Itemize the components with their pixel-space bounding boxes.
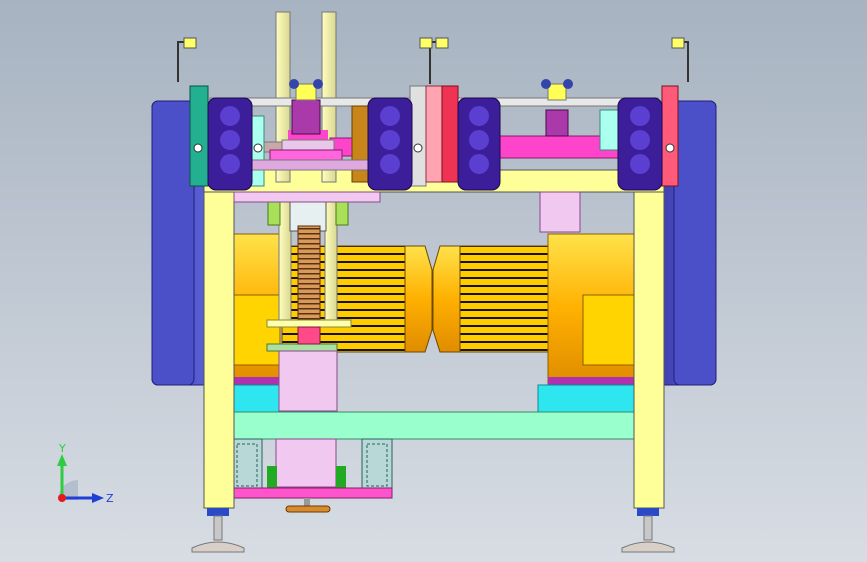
handwheel <box>285 505 331 513</box>
lower-magenta-plate <box>231 487 393 499</box>
left-cyan-block <box>231 384 281 414</box>
right-foot <box>621 508 675 553</box>
z-axis-arrowhead <box>92 493 104 503</box>
y-axis-arrowhead <box>57 454 67 466</box>
cad-viewport[interactable]: Y Z <box>0 0 867 562</box>
lead-screw <box>297 225 321 327</box>
x-axis-dot <box>58 494 66 502</box>
left-aluminium-profile <box>231 438 263 492</box>
y-axis-label: Y <box>58 442 66 455</box>
upper-roller-assembly <box>177 11 689 191</box>
orientation-triad: Y Z <box>57 442 114 505</box>
right-cyan-block <box>537 384 635 414</box>
z-axis-label: Z <box>106 492 114 505</box>
lower-cylinder <box>275 438 337 488</box>
upper-cylinder <box>278 350 338 412</box>
right-aluminium-profile <box>361 438 393 492</box>
machine-assembly-model[interactable] <box>0 0 867 562</box>
cross-plate <box>231 411 637 440</box>
left-foot <box>191 508 245 553</box>
